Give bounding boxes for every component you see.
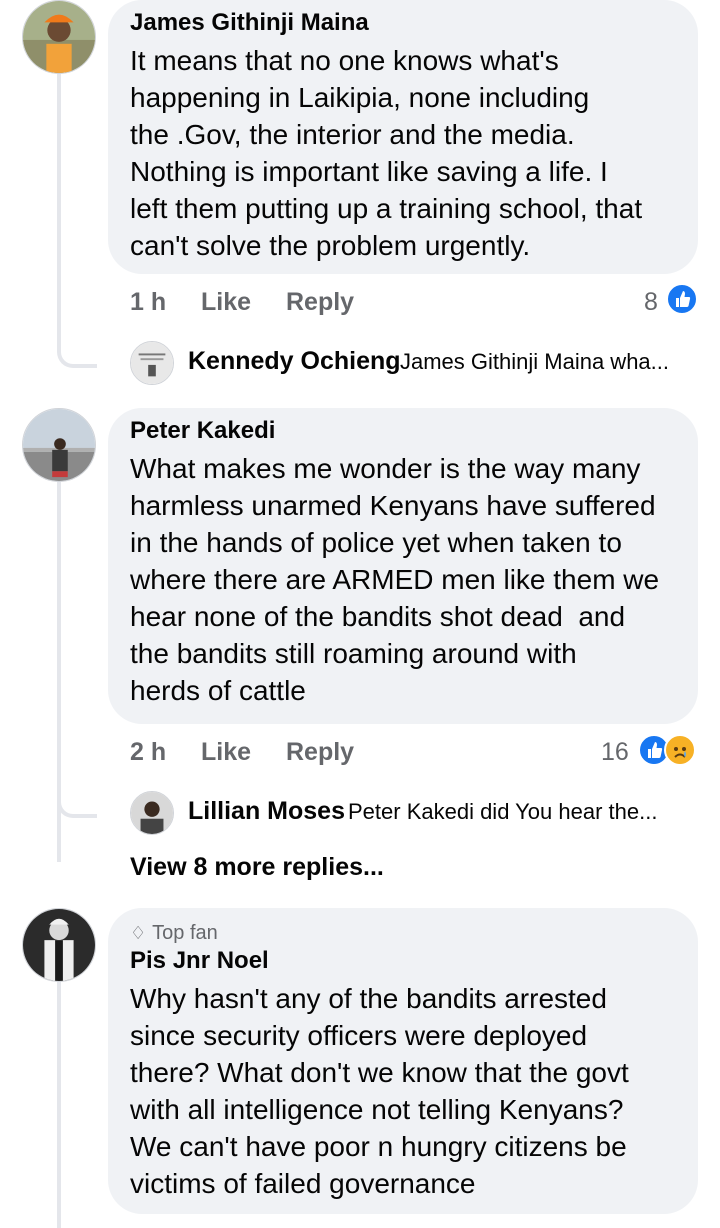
reply-preview[interactable]: Lillian Moses Peter Kakedi did You hear …	[130, 791, 710, 837]
comment-time[interactable]: 2 h	[130, 738, 166, 767]
thread-line	[57, 982, 61, 1228]
reaction-count[interactable]: 8	[644, 288, 658, 317]
avatar-photo	[23, 909, 95, 981]
comment-author[interactable]: Pis Jnr Noel	[130, 946, 676, 976]
commenter-avatar[interactable]	[22, 0, 96, 74]
reply-preview[interactable]: Kennedy Ochieng James Githinji Maina wha…	[130, 341, 710, 387]
thread-connector	[57, 320, 97, 368]
reply-author[interactable]: Lillian Moses	[188, 797, 345, 826]
comment-bubble: ♢ Top fan Pis Jnr Noel Why hasn't any of …	[108, 908, 698, 1214]
thread-line	[57, 74, 61, 324]
reply-snippet: Peter Kakedi did You hear the...	[348, 799, 658, 824]
comment-time[interactable]: 1 h	[130, 288, 166, 317]
comment-bubble: Peter Kakedi What makes me wonder is the…	[108, 408, 698, 724]
reply-button[interactable]: Reply	[286, 288, 354, 317]
thread-connector	[57, 770, 97, 818]
avatar-photo	[23, 409, 95, 481]
thumbs-up-icon	[666, 283, 698, 315]
reply-button[interactable]: Reply	[286, 738, 354, 767]
top-fan-label: Top fan	[152, 922, 218, 944]
comment-text: What makes me wonder is the way many har…	[130, 453, 660, 706]
reply-author[interactable]: Kennedy Ochieng	[188, 347, 401, 376]
like-button[interactable]: Like	[201, 738, 251, 767]
comment-text: It means that no one knows what's happen…	[130, 45, 643, 261]
comment-author[interactable]: James Githinji Maina	[130, 8, 676, 38]
like-button[interactable]: Like	[201, 288, 251, 317]
top-fan-badge: ♢ Top fan	[130, 920, 676, 946]
avatar-photo	[23, 1, 95, 73]
commenter-avatar[interactable]	[22, 408, 96, 482]
reply-snippet: James Githinji Maina wha...	[400, 349, 669, 374]
reply-avatar	[130, 791, 174, 835]
reply-avatar	[130, 341, 174, 385]
sad-face-icon	[664, 734, 696, 766]
diamond-icon: ♢	[130, 923, 147, 943]
commenter-avatar[interactable]	[22, 908, 96, 982]
comment-text: Why hasn't any of the bandits arrested s…	[130, 983, 629, 1199]
reaction-count[interactable]: 16	[601, 738, 629, 767]
view-more-replies-link[interactable]: View 8 more replies...	[130, 853, 384, 882]
comment-bubble: James Githinji Maina It means that no on…	[108, 0, 698, 274]
comment-author[interactable]: Peter Kakedi	[130, 416, 676, 446]
